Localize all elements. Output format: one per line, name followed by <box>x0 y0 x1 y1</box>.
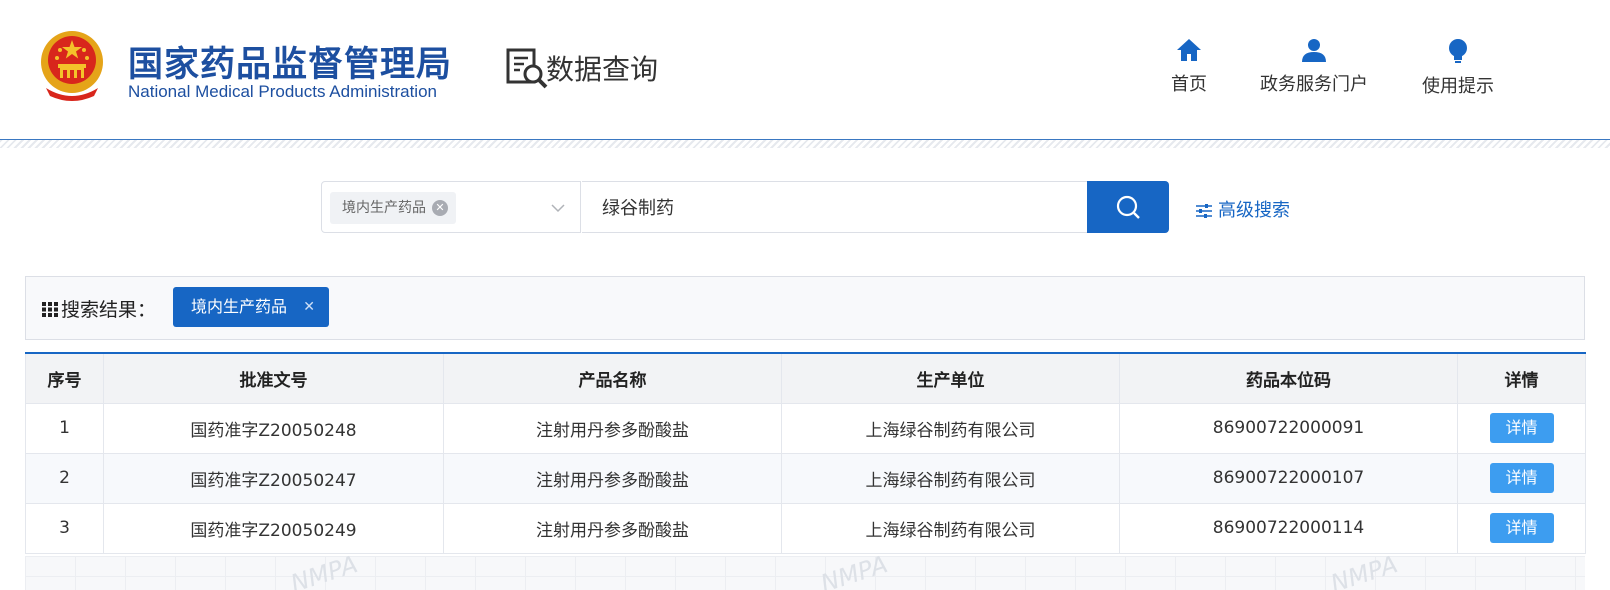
cell-maker: 上海绿谷制药有限公司 <box>781 502 1120 554</box>
cell-code: 86900722000091 <box>1119 402 1458 454</box>
cell-index: 1 <box>25 402 104 454</box>
active-filter-tag[interactable]: 境内生产药品 ✕ <box>173 287 330 327</box>
home-icon <box>1177 39 1201 61</box>
cell-approval: 国药准字Z20050247 <box>103 452 444 504</box>
nav-home[interactable]: 首页 <box>1166 38 1212 96</box>
agency-name-en: National Medical Products Administration <box>128 82 437 101</box>
category-tag-label: 境内生产药品 <box>342 200 426 216</box>
column-header-maker: 生产单位 <box>781 352 1120 404</box>
cell-product: 注射用丹参多酚酸盐 <box>443 502 782 554</box>
active-filter-label: 境内生产药品 <box>191 297 288 316</box>
cell-code: 86900722000107 <box>1119 452 1458 504</box>
cell-product: 注射用丹参多酚酸盐 <box>443 452 782 504</box>
grid-icon <box>42 302 58 317</box>
cell-index: 2 <box>25 452 104 504</box>
column-header-index: 序号 <box>25 352 104 404</box>
results-label-text: 搜索结果： <box>61 299 157 321</box>
table-row: 3 国药准字Z20050249 注射用丹参多酚酸盐 上海绿谷制药有限公司 869… <box>25 502 1586 554</box>
header-divider <box>0 140 1610 148</box>
user-icon <box>1302 39 1326 62</box>
site-header: 国家药品监督管理局 National Medical Products Admi… <box>0 0 1610 140</box>
results-bar: 搜索结果： 境内生产药品 ✕ <box>25 276 1585 340</box>
detail-button[interactable]: 详情 <box>1489 463 1554 493</box>
national-emblem-icon <box>41 31 103 101</box>
column-header-approval: 批准文号 <box>103 352 444 404</box>
column-header-code: 药品本位码 <box>1119 352 1458 404</box>
nav-usage-tips-label: 使用提示 <box>1422 76 1494 97</box>
cell-detail: 详情 <box>1457 502 1586 554</box>
section-title: 数据查询 <box>546 53 659 86</box>
advanced-search-label: 高级搜索 <box>1218 200 1290 221</box>
category-tag: 境内生产药品 ✕ <box>330 192 456 224</box>
nav-service-portal-label: 政务服务门户 <box>1260 74 1368 95</box>
cell-product: 注射用丹参多酚酸盐 <box>443 402 782 454</box>
nav-service-portal[interactable]: 政务服务门户 <box>1258 38 1370 96</box>
cell-maker: 上海绿谷制药有限公司 <box>781 452 1120 504</box>
table-row: 1 国药准字Z20050248 注射用丹参多酚酸盐 上海绿谷制药有限公司 869… <box>25 402 1586 454</box>
advanced-search-link[interactable]: 高级搜索 <box>1196 196 1290 222</box>
category-select[interactable]: 境内生产药品 ✕ <box>321 181 581 233</box>
table-row: 2 国药准字Z20050247 注射用丹参多酚酸盐 上海绿谷制药有限公司 869… <box>25 452 1586 504</box>
column-header-detail: 详情 <box>1457 352 1586 404</box>
cell-code: 86900722000114 <box>1119 502 1458 554</box>
chevron-down-icon <box>551 204 565 213</box>
cell-index: 3 <box>25 502 104 554</box>
results-table: 序号 批准文号 产品名称 生产单位 药品本位码 详情 1 国药准字Z200502… <box>25 352 1586 554</box>
results-label: 搜索结果： <box>42 295 156 322</box>
agency-name-cn: 国家药品监督管理局 <box>128 45 453 85</box>
cell-approval: 国药准字Z20050249 <box>103 502 444 554</box>
cell-maker: 上海绿谷制药有限公司 <box>781 402 1120 454</box>
close-icon[interactable]: ✕ <box>303 287 315 327</box>
cell-detail: 详情 <box>1457 452 1586 504</box>
detail-button[interactable]: 详情 <box>1489 513 1554 543</box>
column-header-product: 产品名称 <box>443 352 782 404</box>
search-icon <box>1116 195 1140 219</box>
remove-tag-icon[interactable]: ✕ <box>432 200 448 216</box>
sliders-icon <box>1196 204 1212 218</box>
nav-home-label: 首页 <box>1171 74 1207 95</box>
table-header-row: 序号 批准文号 产品名称 生产单位 药品本位码 详情 <box>25 352 1586 404</box>
detail-button[interactable]: 详情 <box>1489 413 1554 443</box>
nav-usage-tips[interactable]: 使用提示 <box>1416 38 1500 98</box>
cell-detail: 详情 <box>1457 402 1586 454</box>
search-button[interactable] <box>1087 181 1169 233</box>
data-query-icon <box>506 48 548 89</box>
search-input[interactable] <box>582 181 1088 233</box>
cell-approval: 国药准字Z20050248 <box>103 402 444 454</box>
lightbulb-icon <box>1449 39 1467 63</box>
